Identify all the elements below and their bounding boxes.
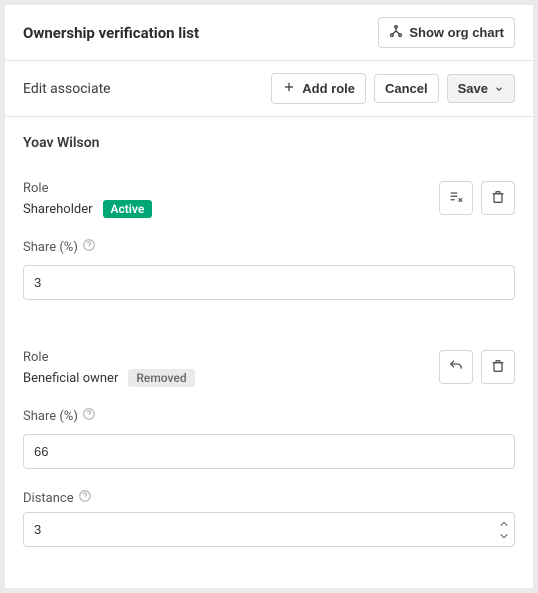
cancel-button[interactable]: Cancel (374, 74, 439, 103)
chevron-down-icon (499, 532, 509, 539)
share-input[interactable] (23, 265, 515, 300)
add-role-button[interactable]: Add role (271, 73, 366, 104)
share-label-row: Share (%) (23, 240, 515, 255)
role-block: Role Shareholder Active (23, 181, 515, 300)
plus-icon (282, 80, 296, 97)
role-info: Role Beneficial owner Removed (23, 350, 439, 387)
step-down-button[interactable] (497, 530, 511, 541)
undo-icon (448, 358, 464, 377)
role-label: Role (23, 350, 439, 365)
stepper-controls (497, 518, 511, 541)
save-label: Save (458, 81, 488, 96)
share-label: Share (%) (23, 240, 78, 255)
show-org-chart-label: Show org chart (409, 25, 504, 40)
role-header-row: Role Beneficial owner Removed (23, 350, 515, 387)
role-value: Beneficial owner (23, 371, 118, 386)
help-icon[interactable] (82, 238, 96, 252)
delete-role-button[interactable] (481, 350, 515, 384)
chevron-down-icon (494, 84, 504, 94)
share-section: Share (%) (23, 240, 515, 300)
role-value-row: Shareholder Active (23, 200, 439, 218)
role-value: Shareholder (23, 202, 93, 217)
remove-role-button[interactable] (439, 181, 473, 215)
page-title: Ownership verification list (23, 24, 199, 42)
step-up-button[interactable] (497, 518, 511, 529)
panel-body: Yoav Wilson Role Shareholder Active (5, 117, 533, 571)
role-actions (439, 350, 515, 384)
role-label: Role (23, 181, 439, 196)
cancel-label: Cancel (385, 81, 428, 96)
role-header-row: Role Shareholder Active (23, 181, 515, 218)
org-chart-icon (389, 24, 403, 41)
chevron-up-icon (499, 520, 509, 527)
share-section: Share (%) (23, 409, 515, 469)
distance-input[interactable] (23, 512, 515, 547)
list-x-icon (448, 189, 464, 208)
status-badge-removed: Removed (128, 369, 194, 387)
save-button[interactable]: Save (447, 74, 515, 103)
add-role-label: Add role (302, 81, 355, 96)
share-input[interactable] (23, 434, 515, 469)
associate-name: Yoav Wilson (23, 135, 515, 151)
share-label-row: Share (%) (23, 409, 515, 424)
edit-associate-bar: Edit associate Add role Cancel Save (5, 61, 533, 117)
trash-icon (490, 358, 506, 377)
ownership-verification-panel: Ownership verification list Show org cha… (0, 0, 538, 593)
status-badge-active: Active (103, 200, 153, 218)
help-icon[interactable] (82, 407, 96, 421)
delete-role-button[interactable] (481, 181, 515, 215)
distance-label-row: Distance (23, 491, 515, 506)
role-info: Role Shareholder Active (23, 181, 439, 218)
distance-stepper[interactable] (23, 512, 515, 547)
role-value-row: Beneficial owner Removed (23, 369, 439, 387)
role-actions (439, 181, 515, 215)
edit-associate-actions: Add role Cancel Save (271, 73, 515, 104)
show-org-chart-button[interactable]: Show org chart (378, 17, 515, 48)
trash-icon (490, 189, 506, 208)
edit-associate-title: Edit associate (23, 81, 111, 97)
undo-role-button[interactable] (439, 350, 473, 384)
role-block: Role Beneficial owner Removed (23, 350, 515, 547)
help-icon[interactable] (78, 489, 92, 503)
distance-label: Distance (23, 491, 74, 506)
share-label: Share (%) (23, 409, 78, 424)
panel-header: Ownership verification list Show org cha… (5, 5, 533, 61)
distance-section: Distance (23, 491, 515, 547)
